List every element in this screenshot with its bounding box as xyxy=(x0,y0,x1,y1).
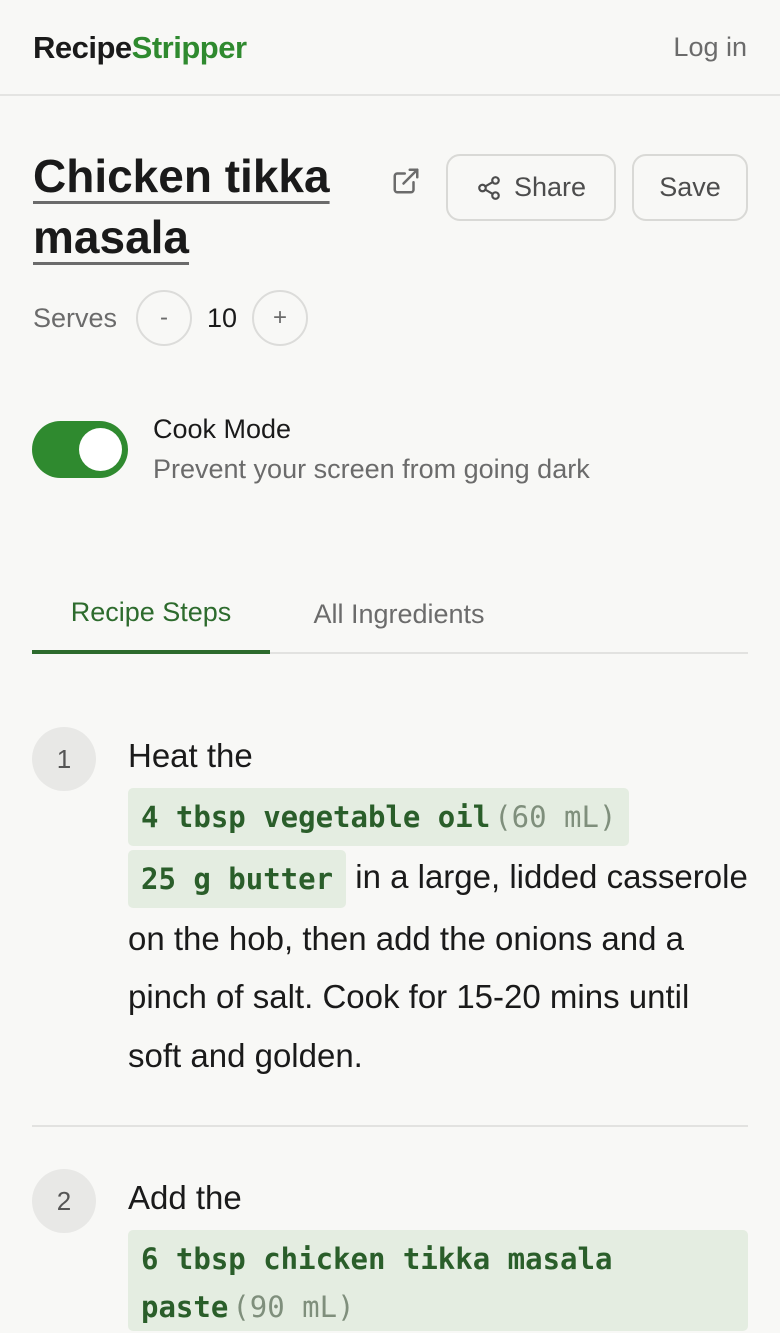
ingredient-amount: 25 g butter xyxy=(141,861,334,896)
ingredient-metric: (60 mL) xyxy=(494,799,617,834)
decrease-servings-button[interactable]: - xyxy=(136,290,192,346)
tab-all-ingredients[interactable]: All Ingredients xyxy=(270,570,528,654)
tab-recipe-steps[interactable]: Recipe Steps xyxy=(32,570,270,654)
step-text: Add the 6 tbsp chicken tikka masala past… xyxy=(128,1169,748,1333)
ingredient-metric: (90 mL) xyxy=(232,1289,355,1324)
ingredient-chip[interactable]: 4 tbsp vegetable oil (60 mL) xyxy=(128,787,630,846)
step-intro-text: Add the xyxy=(128,1179,242,1216)
share-icon xyxy=(478,175,500,200)
external-link-icon[interactable] xyxy=(391,166,421,196)
cook-mode-subtitle: Prevent your screen from going dark xyxy=(153,454,590,484)
save-button[interactable]: Save xyxy=(632,154,748,221)
ingredient-amount: 4 tbsp vegetable oil xyxy=(141,799,491,834)
recipe-title-link[interactable]: Chicken tikka masala xyxy=(33,150,330,263)
brand-logo[interactable]: RecipeStripper xyxy=(33,30,247,66)
recipe-title: Chicken tikka masala xyxy=(33,146,373,268)
brand-name-part1: Recipe xyxy=(33,30,132,65)
cook-mode-toggle[interactable] xyxy=(32,421,128,478)
step-number-badge: 1 xyxy=(32,727,96,791)
step-divider xyxy=(32,1125,748,1127)
top-bar: RecipeStripper Log in xyxy=(0,0,780,96)
recipe-tabs: Recipe Steps All Ingredients xyxy=(32,570,748,654)
ingredient-chip[interactable]: 6 tbsp chicken tikka masala paste (90 mL) xyxy=(128,1229,748,1331)
serves-label: Serves xyxy=(33,303,118,333)
share-button[interactable]: Share xyxy=(446,154,616,221)
ingredient-chip[interactable]: 25 g butter xyxy=(128,849,347,908)
cook-mode-title: Cook Mode xyxy=(153,414,292,444)
brand-name-part2: Stripper xyxy=(131,30,247,65)
step-text: Heat the 4 tbsp vegetable oil (60 mL) 25 … xyxy=(128,727,748,1085)
increase-servings-button[interactable]: + xyxy=(252,290,308,346)
step-intro-text: Heat the xyxy=(128,737,253,774)
share-button-label: Share xyxy=(513,172,587,202)
servings-count: 10 xyxy=(206,303,238,333)
toggle-knob xyxy=(79,428,122,471)
step-number-badge: 2 xyxy=(32,1169,96,1233)
ingredient-amount: 6 tbsp chicken tikka masala paste xyxy=(141,1241,613,1324)
login-link[interactable]: Log in xyxy=(673,32,747,63)
save-button-label: Save xyxy=(659,172,721,202)
